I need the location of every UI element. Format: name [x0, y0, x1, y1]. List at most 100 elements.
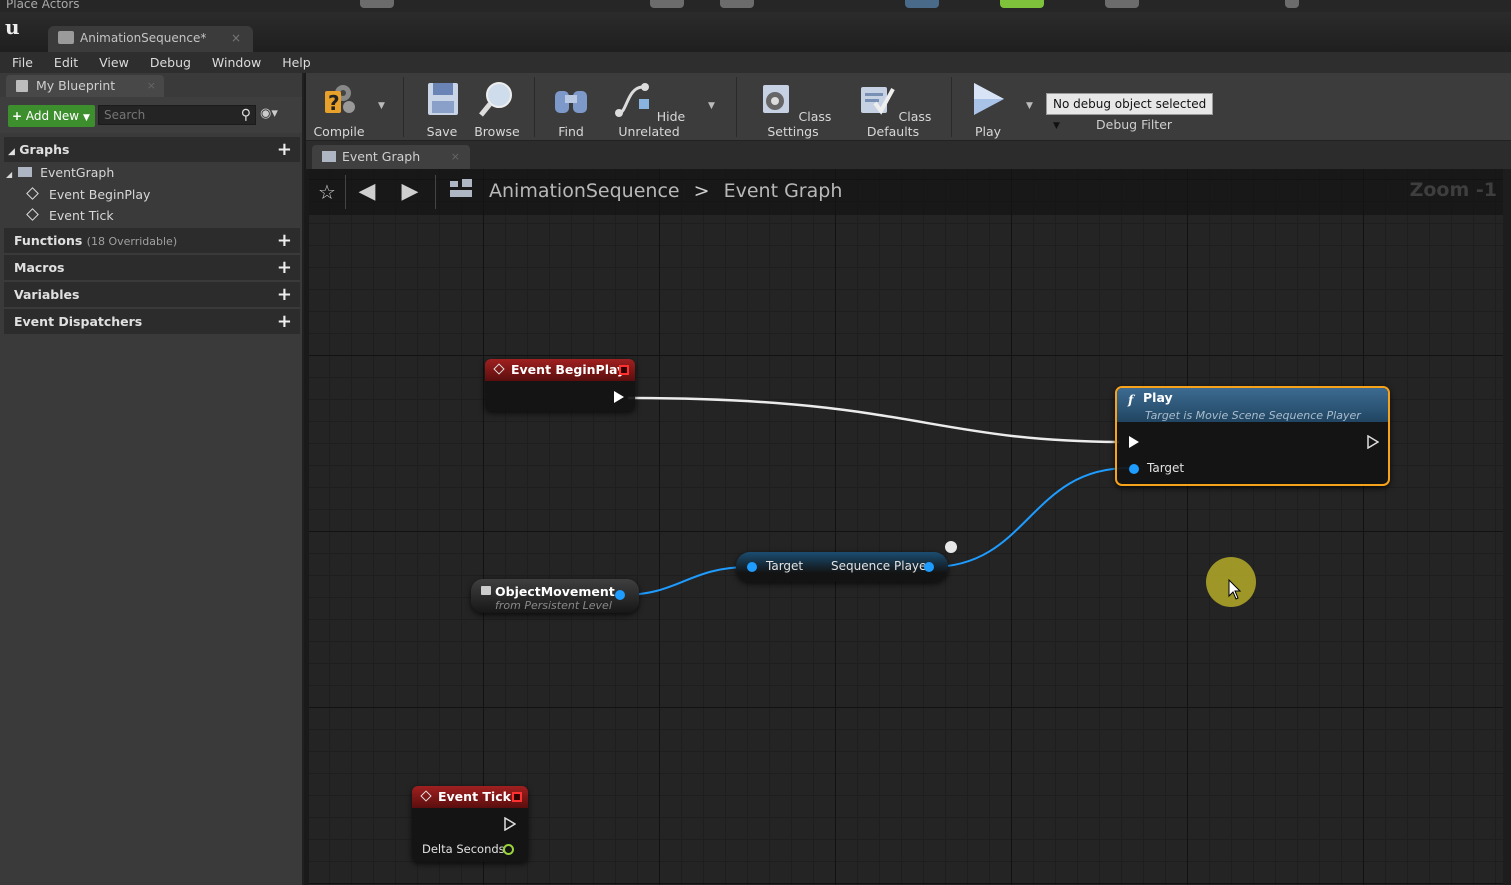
mouse-cursor-icon: [1228, 579, 1242, 600]
sequence-player-pin[interactable]: [924, 562, 934, 572]
search-icon[interactable]: ⚲: [241, 107, 251, 123]
eye-icon[interactable]: ◉▾: [260, 106, 278, 121]
event-beginplay-node[interactable]: Event BeginPlay: [485, 359, 635, 411]
menu-view[interactable]: View: [99, 55, 129, 70]
event-dispatchers-section[interactable]: Event Dispatchers +: [4, 309, 300, 334]
chevron-down-icon[interactable]: ▼: [378, 101, 385, 111]
toolbar-icon-fragment: [360, 0, 394, 8]
chevron-down-icon[interactable]: ▼: [1026, 101, 1033, 111]
add-new-button[interactable]: + Add New ▼: [8, 105, 95, 127]
target-pin[interactable]: [1129, 464, 1139, 474]
node-subtitle: Target is Movie Scene Sequence Player: [1145, 409, 1361, 422]
expand-arrow-icon: ◢: [8, 147, 15, 157]
search-input[interactable]: [99, 106, 229, 124]
hide-unrelated-button[interactable]: Hide Unrelated: [604, 79, 694, 139]
wire-reroute-knot[interactable]: [945, 541, 957, 553]
my-blueprint-tab[interactable]: My Blueprint ×: [6, 75, 164, 97]
close-icon[interactable]: ×: [451, 145, 460, 169]
wires-layer: [621, 396, 1130, 596]
add-dispatcher-button[interactable]: +: [277, 309, 292, 334]
sequence-player-pin-label: Sequence Player: [831, 559, 932, 573]
object-out-pin[interactable]: [615, 590, 625, 600]
object-wire-getter-to-play: [930, 467, 1130, 568]
add-graph-button[interactable]: +: [277, 137, 292, 162]
plus-icon: +: [12, 109, 23, 123]
sequence-player-getter-node[interactable]: Target Sequence Player: [736, 552, 948, 582]
chevron-down-icon: ▼: [82, 113, 90, 123]
event-graph-canvas[interactable]: ☆ ◀ ▶ AnimationSequence > Event Graph Zo…: [309, 169, 1503, 885]
toolbar-separator: [403, 77, 404, 137]
svg-text:?: ?: [328, 91, 340, 115]
add-macro-button[interactable]: +: [277, 255, 292, 280]
close-icon[interactable]: ×: [231, 26, 241, 50]
play-button[interactable]: Play: [964, 79, 1012, 139]
graphs-section[interactable]: ◢ Graphs +: [4, 137, 300, 162]
graph-icon: [322, 151, 336, 162]
place-actors-tab[interactable]: Place Actors: [0, 0, 90, 12]
target-pin[interactable]: [747, 562, 757, 572]
play-function-node[interactable]: f Play Target is Movie Scene Sequence Pl…: [1115, 386, 1390, 486]
chevron-down-icon[interactable]: ▼: [708, 101, 715, 111]
event-icon: [420, 790, 432, 802]
class-defaults-icon: [860, 87, 895, 115]
node-title: Event Tick: [438, 789, 511, 804]
unreal-logo-icon: u: [5, 15, 20, 39]
menu-window[interactable]: Window: [212, 55, 261, 70]
menu-debug[interactable]: Debug: [150, 55, 191, 70]
exec-in-pin[interactable]: [1129, 436, 1139, 448]
actor-icon: [481, 586, 491, 595]
functions-count: (18 Overridable): [86, 235, 178, 248]
exec-out-pin[interactable]: [614, 391, 624, 403]
target-pin-label: Target: [766, 559, 804, 573]
exec-out-pin[interactable]: [504, 817, 516, 831]
tree-item-eventgraph[interactable]: ◢ EventGraph: [6, 165, 114, 180]
save-icon: [428, 83, 458, 115]
gear-icon: [762, 85, 789, 113]
document-tab-label: AnimationSequence*: [80, 31, 207, 45]
variables-section[interactable]: Variables +: [4, 282, 300, 307]
add-function-button[interactable]: +: [277, 228, 292, 253]
variables-label: Variables: [14, 287, 80, 302]
chevron-down-icon: ▼: [1053, 121, 1060, 131]
book-icon: [16, 80, 28, 92]
browse-label: Browse: [474, 124, 520, 139]
tree-item-event-beginplay[interactable]: Event BeginPlay: [26, 187, 151, 202]
search-box: ⚲: [98, 105, 256, 125]
close-icon[interactable]: ×: [147, 75, 156, 97]
menu-file[interactable]: File: [12, 55, 33, 70]
class-settings-button[interactable]: Class Settings: [751, 79, 835, 139]
menu-edit[interactable]: Edit: [54, 55, 78, 70]
browse-button[interactable]: Browse: [472, 79, 522, 139]
vertical-scrollbar[interactable]: [1503, 169, 1511, 885]
event-beginplay-label: Event BeginPlay: [48, 187, 151, 202]
hide-unrelated-icon: [614, 83, 649, 117]
find-button[interactable]: Find: [546, 79, 596, 139]
toolbar-icon-fragment: [905, 0, 939, 8]
menu-help[interactable]: Help: [282, 55, 311, 70]
event-tick-node[interactable]: Event Tick Delta Seconds: [412, 786, 528, 862]
exec-out-pin[interactable]: [1367, 435, 1379, 449]
compile-button[interactable]: ? Compile: [312, 79, 366, 139]
node-title: Play: [1143, 390, 1173, 405]
save-label: Save: [426, 124, 458, 139]
object-movement-reference-node[interactable]: ObjectMovement from Persistent Level: [471, 579, 639, 613]
target-pin-label: Target: [1147, 461, 1185, 475]
delta-seconds-pin[interactable]: [503, 844, 514, 855]
toolbar-icon-fragment: [720, 0, 754, 8]
save-button[interactable]: Save: [418, 79, 466, 139]
find-label: Find: [558, 124, 584, 139]
debug-object-dropdown[interactable]: No debug object selected ▼: [1046, 93, 1213, 131]
functions-section[interactable]: Functions (18 Overridable) +: [4, 228, 300, 253]
toolbar-icon-fragment: [1000, 0, 1044, 8]
event-graph-tab-label: Event Graph: [342, 149, 421, 164]
tab-event-graph[interactable]: Event Graph ×: [312, 145, 470, 169]
document-tab[interactable]: AnimationSequence* ×: [48, 26, 253, 52]
node-title: Event BeginPlay: [511, 362, 626, 377]
browse-magnifier-icon: [479, 82, 512, 117]
add-variable-button[interactable]: +: [277, 282, 292, 307]
background-editor-strip: Place Actors: [0, 0, 1511, 12]
function-icon: f: [1128, 392, 1134, 407]
class-defaults-button[interactable]: Class Defaults: [849, 79, 937, 139]
tree-item-event-tick[interactable]: Event Tick: [26, 208, 114, 223]
macros-section[interactable]: Macros +: [4, 255, 300, 280]
